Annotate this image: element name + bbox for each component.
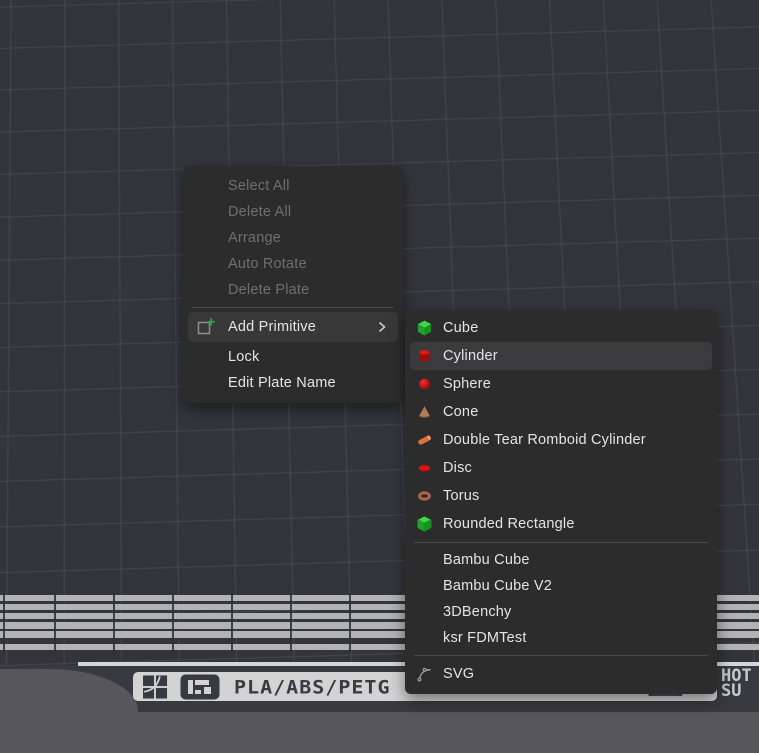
- hot-surface-warning-text: HOT SU: [721, 669, 759, 699]
- add-primitive-submenu: Cube Cylinder Sphere: [405, 310, 717, 694]
- rounded-rectangle-icon: [416, 516, 433, 533]
- menu-separator: [192, 307, 394, 308]
- menu-item-label: Edit Plate Name: [228, 375, 336, 391]
- menu-item-lock[interactable]: Lock: [183, 344, 403, 370]
- chevron-right-icon: [377, 320, 387, 334]
- submenu-item-torus[interactable]: Torus: [405, 482, 717, 510]
- submenu-item-label: SVG: [443, 666, 474, 682]
- submenu-item-label: Disc: [443, 460, 472, 476]
- submenu-item-label: ksr FDMTest: [443, 630, 527, 646]
- submenu-item-bambu-cube-v2[interactable]: Bambu Cube V2: [405, 573, 717, 599]
- submenu-item-cone[interactable]: Cone: [405, 398, 717, 426]
- submenu-item-label: Cone: [443, 404, 478, 420]
- sphere-icon: [416, 376, 433, 393]
- submenu-item-cube[interactable]: Cube: [405, 314, 717, 342]
- disc-icon: [416, 460, 433, 477]
- cone-icon: [416, 404, 433, 421]
- menu-item-label: Lock: [228, 349, 259, 365]
- submenu-item-label: 3DBenchy: [443, 604, 512, 620]
- submenu-item-label: Bambu Cube V2: [443, 578, 552, 594]
- menu-item-arrange[interactable]: Arrange: [183, 225, 403, 251]
- menu-item-label: Select All: [228, 178, 290, 194]
- submenu-item-ksr-fdmtest[interactable]: ksr FDMTest: [405, 625, 717, 651]
- submenu-item-disc[interactable]: Disc: [405, 454, 717, 482]
- submenu-item-3dbenchy[interactable]: 3DBenchy: [405, 599, 717, 625]
- menu-item-delete-plate[interactable]: Delete Plate: [183, 277, 403, 303]
- menu-separator: [414, 542, 708, 543]
- submenu-item-label: Sphere: [443, 376, 491, 392]
- submenu-item-label: Bambu Cube: [443, 552, 530, 568]
- add-primitive-icon: [196, 317, 216, 337]
- plate-context-menu: Select All Delete All Arrange Auto Rotat…: [183, 166, 403, 403]
- submenu-item-cylinder[interactable]: Cylinder: [410, 342, 712, 370]
- plate-badge-icon: [180, 674, 220, 700]
- menu-item-label: Delete Plate: [228, 282, 309, 298]
- submenu-item-label: Torus: [443, 488, 479, 504]
- submenu-item-label: Cube: [443, 320, 478, 336]
- menu-item-label: Delete All: [228, 204, 291, 220]
- submenu-item-label: Double Tear Romboid Cylinder: [443, 432, 646, 448]
- menu-item-edit-plate-name[interactable]: Edit Plate Name: [183, 370, 403, 396]
- bambu-logo-icon: [143, 675, 168, 699]
- submenu-item-bambu-cube[interactable]: Bambu Cube: [405, 547, 717, 573]
- menu-item-auto-rotate[interactable]: Auto Rotate: [183, 251, 403, 277]
- submenu-item-sphere[interactable]: Sphere: [405, 370, 717, 398]
- menu-item-delete-all[interactable]: Delete All: [183, 199, 403, 225]
- plate-name-label: PLA/ABS/PETG: [234, 675, 391, 697]
- submenu-item-label: Cylinder: [443, 348, 498, 364]
- menu-item-label: Arrange: [228, 230, 281, 246]
- torus-icon: [416, 488, 433, 505]
- cube-icon: [416, 320, 433, 337]
- menu-item-select-all[interactable]: Select All: [183, 173, 403, 199]
- double-tear-romboid-cylinder-icon: [416, 432, 433, 449]
- submenu-item-label: Rounded Rectangle: [443, 516, 575, 532]
- submenu-item-svg[interactable]: SVG: [405, 660, 717, 688]
- cylinder-icon: [416, 348, 433, 365]
- submenu-item-double-tear-romboid-cylinder[interactable]: Double Tear Romboid Cylinder: [405, 426, 717, 454]
- menu-item-label: Auto Rotate: [228, 256, 307, 272]
- submenu-item-rounded-rectangle[interactable]: Rounded Rectangle: [405, 510, 717, 538]
- hot-surface-line2: SU: [721, 684, 759, 699]
- menu-item-add-primitive[interactable]: Add Primitive: [188, 312, 398, 342]
- menu-separator: [414, 655, 708, 656]
- svg-import-icon: [416, 665, 434, 683]
- menu-item-label: Add Primitive: [228, 319, 316, 335]
